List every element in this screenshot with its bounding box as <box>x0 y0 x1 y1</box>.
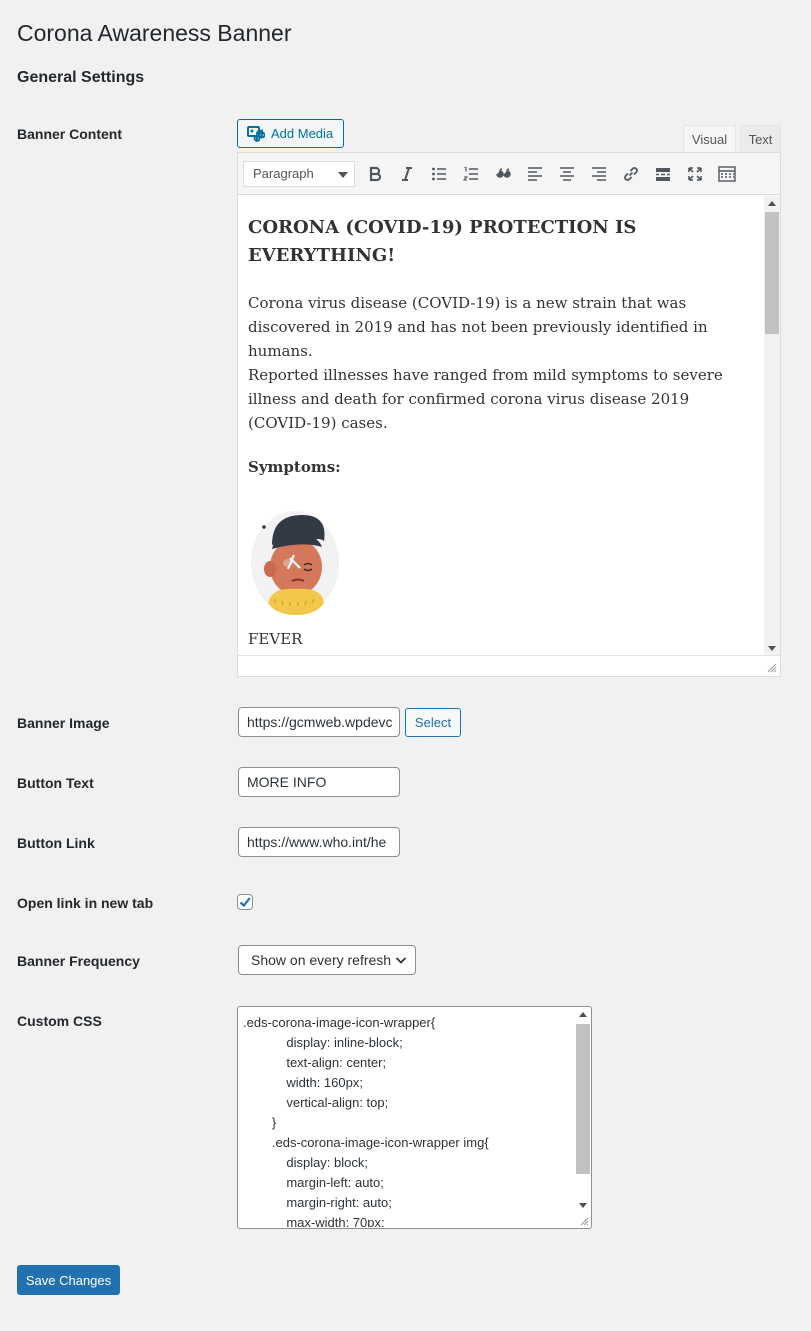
add-media-button[interactable]: Add Media <box>237 119 344 148</box>
align-left-icon[interactable] <box>523 162 547 186</box>
blockquote-icon[interactable] <box>491 162 515 186</box>
css-line: margin-right: auto; <box>243 1195 392 1210</box>
css-line: margin-left: auto; <box>243 1175 384 1190</box>
css-scrollbar[interactable] <box>575 1007 591 1228</box>
content-heading: CORONA (COVID-19) PROTECTION IS EVERYTHI… <box>248 217 637 266</box>
scrollbar-thumb[interactable] <box>765 212 779 334</box>
custom-css-content: .eds-corona-image-icon-wrapper{ display:… <box>243 1013 573 1227</box>
editor-toolbar: Paragraph <box>238 153 780 195</box>
align-right-icon[interactable] <box>587 162 611 186</box>
editor-scrollbar[interactable] <box>764 196 780 656</box>
content-line-2: Reported illnesses have ranged from mild… <box>248 366 723 432</box>
scroll-up-icon[interactable] <box>579 1012 587 1017</box>
css-line: display: block; <box>243 1155 368 1170</box>
read-more-icon[interactable] <box>651 162 675 186</box>
css-line: display: inline-block; <box>243 1035 403 1050</box>
format-select-value: Paragraph <box>253 166 314 181</box>
button-text-label: Button Text <box>17 775 94 791</box>
add-media-label: Add Media <box>271 126 334 141</box>
banner-frequency-label: Banner Frequency <box>17 953 140 969</box>
scroll-up-icon[interactable] <box>768 201 776 206</box>
banner-content-label: Banner Content <box>17 126 122 142</box>
css-line: } <box>243 1115 277 1130</box>
banner-frequency-select[interactable]: Show on every refresh <box>238 945 416 975</box>
editor-status-bar <box>238 655 780 676</box>
open-new-tab-label: Open link in new tab <box>17 895 154 911</box>
scrollbar-thumb[interactable] <box>576 1024 590 1174</box>
custom-css-textarea[interactable]: .eds-corona-image-icon-wrapper{ display:… <box>237 1006 592 1229</box>
css-line: text-align: center; <box>243 1055 387 1070</box>
format-select[interactable]: Paragraph <box>243 161 355 187</box>
banner-image-input[interactable]: https://gcmweb.wpdevc <box>238 707 400 737</box>
scroll-down-icon[interactable] <box>579 1203 587 1208</box>
custom-css-label: Custom CSS <box>17 1013 102 1029</box>
banner-frequency-value: Show on every refresh <box>251 952 392 968</box>
css-line: .eds-corona-image-icon-wrapper{ <box>243 1015 436 1030</box>
banner-image-label: Banner Image <box>17 715 110 731</box>
fever-illustration <box>251 511 339 615</box>
chevron-down-icon <box>395 957 407 964</box>
align-center-icon[interactable] <box>555 162 579 186</box>
resize-grip-icon[interactable] <box>580 1217 589 1226</box>
fullscreen-icon[interactable] <box>683 162 707 186</box>
button-link-input[interactable]: https://www.who.int/he <box>238 827 400 857</box>
bold-icon[interactable] <box>363 162 387 186</box>
media-icon <box>247 125 265 142</box>
section-title: General Settings <box>17 69 145 86</box>
select-image-button[interactable]: Select <box>405 708 461 737</box>
editor-content[interactable]: CORONA (COVID-19) PROTECTION IS EVERYTHI… <box>238 196 764 656</box>
open-new-tab-checkbox[interactable] <box>237 894 253 910</box>
chevron-down-icon <box>338 172 348 178</box>
content-symptoms: Symptoms: <box>248 458 341 476</box>
link-icon[interactable] <box>619 162 643 186</box>
css-line: .eds-corona-image-icon-wrapper img{ <box>243 1135 489 1150</box>
bulleted-list-icon[interactable] <box>427 162 451 186</box>
content-fever: FEVER <box>248 630 303 648</box>
rich-text-editor: Paragraph CORONA (COVID-19) PROTECTION I… <box>237 152 781 677</box>
button-text-input[interactable]: MORE INFO <box>238 767 400 797</box>
css-line: max-width: 70px; <box>243 1215 385 1227</box>
tab-visual[interactable]: Visual <box>683 125 736 153</box>
save-changes-button[interactable]: Save Changes <box>17 1265 120 1295</box>
content-paragraph: Corona virus disease (COVID-19) is a new… <box>248 291 754 435</box>
numbered-list-icon[interactable] <box>459 162 483 186</box>
css-line: width: 160px; <box>243 1075 363 1090</box>
toolbar-toggle-icon[interactable] <box>715 162 739 186</box>
scroll-down-icon[interactable] <box>768 646 776 651</box>
button-link-label: Button Link <box>17 835 95 851</box>
tab-text[interactable]: Text <box>740 125 781 153</box>
resize-grip-icon[interactable] <box>767 663 777 673</box>
content-line-1: Corona virus disease (COVID-19) is a new… <box>248 294 708 360</box>
css-line: vertical-align: top; <box>243 1095 389 1110</box>
checkmark-icon <box>239 897 251 908</box>
page-title: Corona Awareness Banner <box>17 20 292 46</box>
italic-icon[interactable] <box>395 162 419 186</box>
